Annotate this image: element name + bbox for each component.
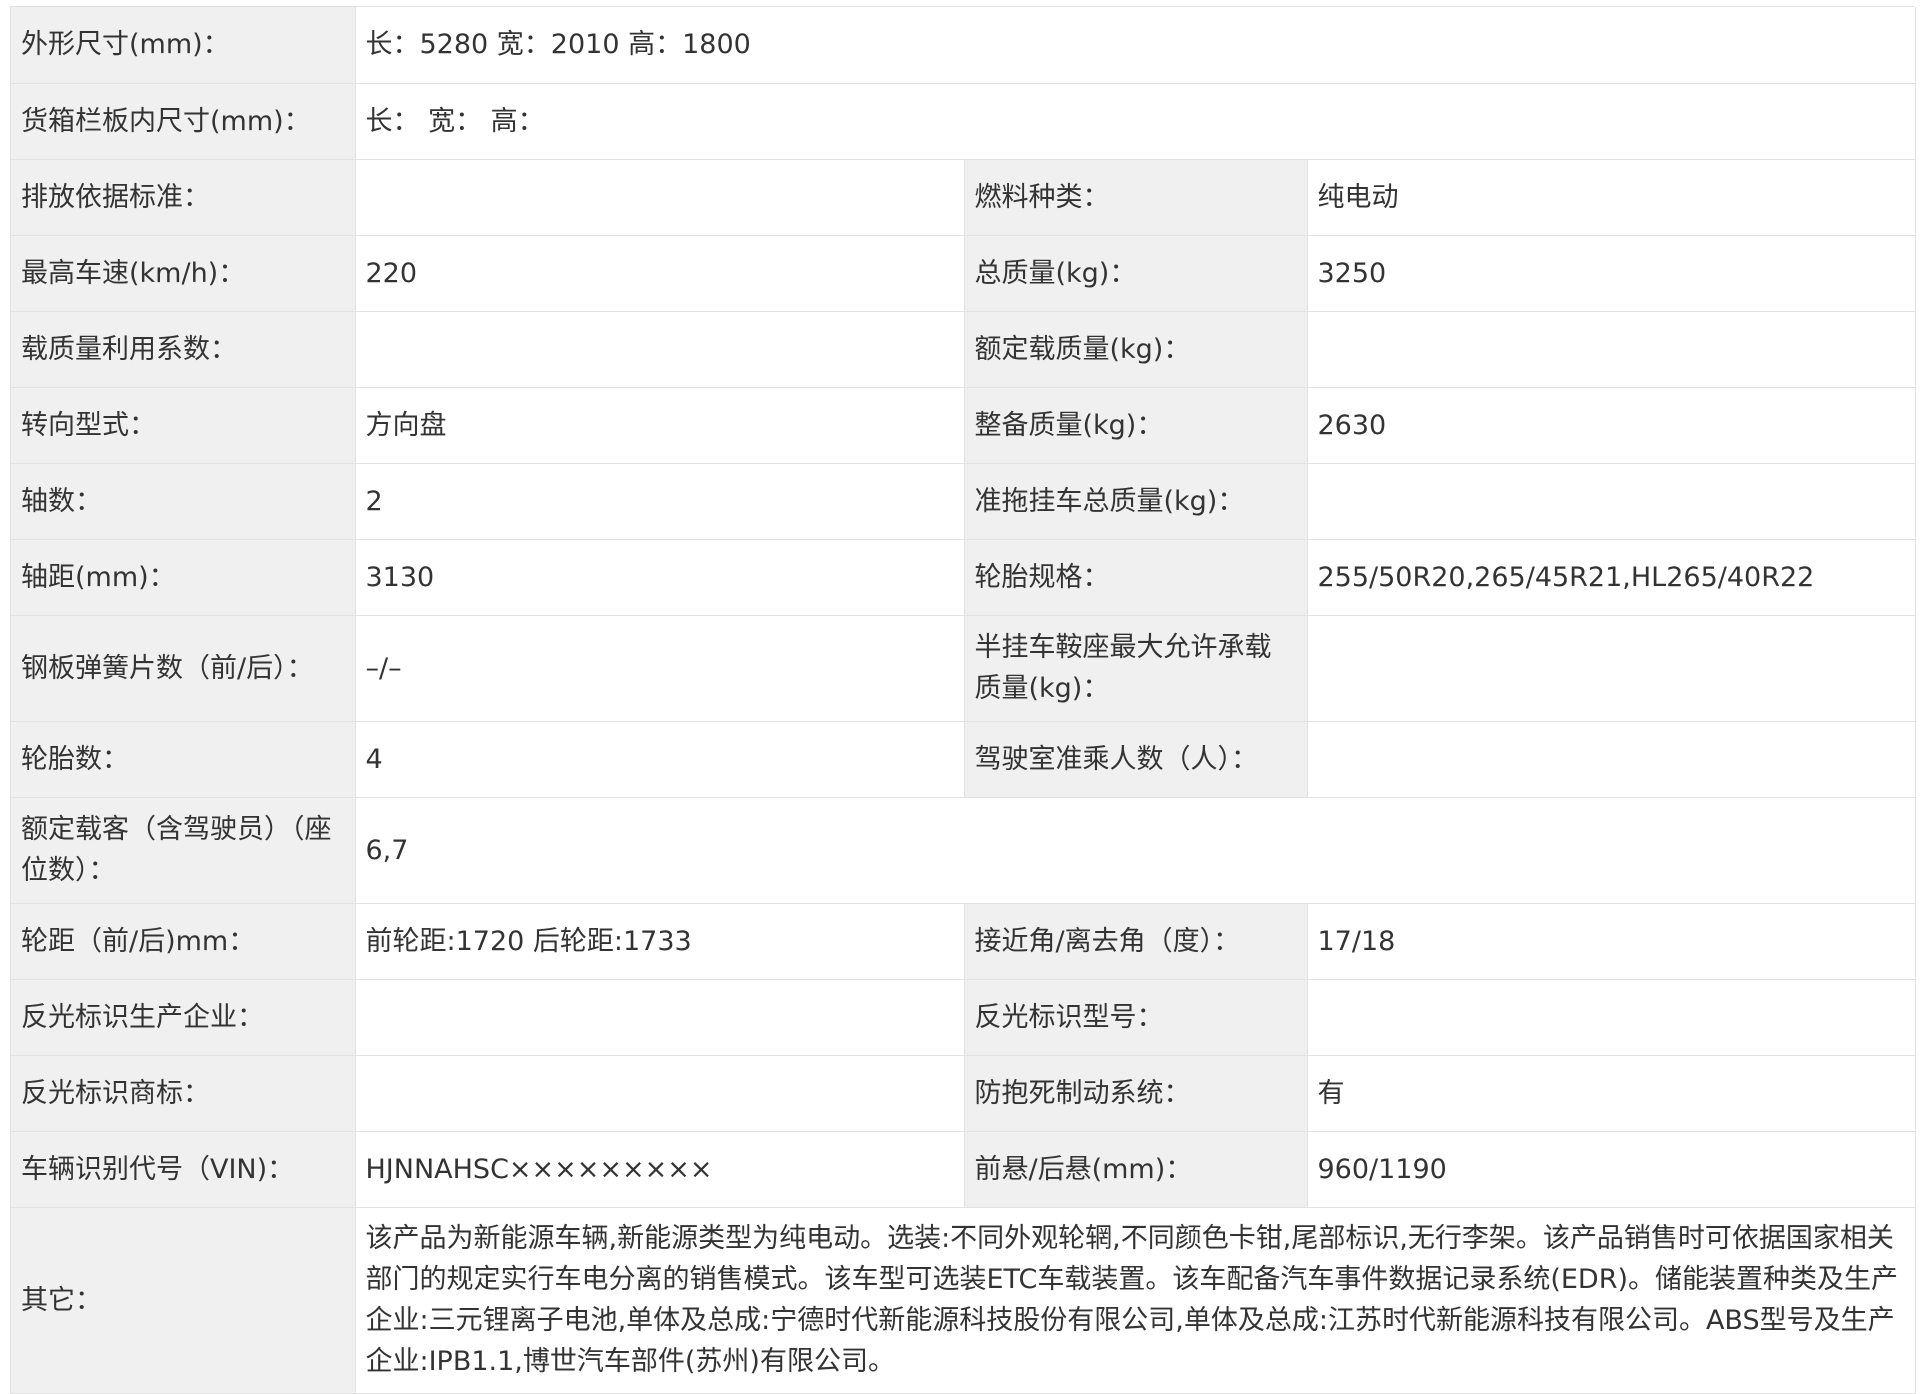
label-dimensions: 外形尺寸(mm)： bbox=[11, 7, 356, 84]
label-curb-mass: 整备质量(kg)： bbox=[964, 387, 1308, 464]
label-track-width: 轮距（前/后)mm： bbox=[11, 903, 356, 980]
label-reflector-brand: 反光标识商标： bbox=[11, 1055, 356, 1132]
value-tire-spec: 255/50R20,265/45R21,HL265/40R22 bbox=[1307, 539, 1916, 616]
table-row: 反光标识商标： 防抱死制动系统： 有 bbox=[11, 1055, 1916, 1132]
vehicle-spec-table: 外形尺寸(mm)： 长：5280 宽：2010 高：1800 货箱栏板内尺寸(m… bbox=[10, 6, 1916, 1394]
label-emission-standard: 排放依据标准： bbox=[11, 159, 356, 236]
value-saddle-load bbox=[1307, 615, 1916, 722]
label-rated-passengers: 额定载客（含驾驶员）（座位数）： bbox=[11, 797, 356, 904]
label-abs: 防抱死制动系统： bbox=[964, 1055, 1308, 1132]
label-trailer-mass: 准拖挂车总质量(kg)： bbox=[964, 463, 1308, 540]
value-tire-count: 4 bbox=[355, 721, 965, 798]
value-vin: HJNNAHSC××××××××× bbox=[355, 1131, 965, 1208]
label-saddle-load: 半挂车鞍座最大允许承载质量(kg)： bbox=[964, 615, 1308, 722]
value-approach-departure-angle: 17/18 bbox=[1307, 903, 1916, 980]
table-row: 车辆识别代号（VIN)： HJNNAHSC××××××××× 前悬/后悬(mm)… bbox=[11, 1131, 1916, 1208]
value-cargo-box-dimensions: 长： 宽： 高： bbox=[355, 83, 1916, 160]
value-curb-mass: 2630 bbox=[1307, 387, 1916, 464]
value-load-factor bbox=[355, 311, 965, 388]
label-tire-count: 轮胎数： bbox=[11, 721, 356, 798]
label-wheelbase: 轴距(mm)： bbox=[11, 539, 356, 616]
value-dimensions: 长：5280 宽：2010 高：1800 bbox=[355, 7, 1916, 84]
label-rated-load: 额定载质量(kg)： bbox=[964, 311, 1308, 388]
value-trailer-mass bbox=[1307, 463, 1916, 540]
value-reflector-model bbox=[1307, 979, 1916, 1056]
label-max-speed: 最高车速(km/h)： bbox=[11, 235, 356, 312]
value-wheelbase: 3130 bbox=[355, 539, 965, 616]
label-fuel-type: 燃料种类： bbox=[964, 159, 1308, 236]
label-cab-occupants: 驾驶室准乘人数（人）： bbox=[964, 721, 1308, 798]
label-other: 其它： bbox=[11, 1207, 356, 1394]
value-axle-count: 2 bbox=[355, 463, 965, 540]
table-row: 轴距(mm)： 3130 轮胎规格： 255/50R20,265/45R21,H… bbox=[11, 539, 1916, 616]
value-track-width: 前轮距:1720 后轮距:1733 bbox=[355, 903, 965, 980]
table-row: 转向型式： 方向盘 整备质量(kg)： 2630 bbox=[11, 387, 1916, 464]
table-row: 其它： 该产品为新能源车辆,新能源类型为纯电动。选装:不同外观轮辋,不同颜色卡钳… bbox=[11, 1207, 1916, 1394]
value-leaf-springs: –/– bbox=[355, 615, 965, 722]
label-gross-mass: 总质量(kg)： bbox=[964, 235, 1308, 312]
table-row: 轮距（前/后)mm： 前轮距:1720 后轮距:1733 接近角/离去角（度）：… bbox=[11, 903, 1916, 980]
table-row: 最高车速(km/h)： 220 总质量(kg)： 3250 bbox=[11, 235, 1916, 312]
table-row: 反光标识生产企业： 反光标识型号： bbox=[11, 979, 1916, 1056]
label-tire-spec: 轮胎规格： bbox=[964, 539, 1308, 616]
value-reflector-brand bbox=[355, 1055, 965, 1132]
value-other-notes: 该产品为新能源车辆,新能源类型为纯电动。选装:不同外观轮辋,不同颜色卡钳,尾部标… bbox=[355, 1207, 1916, 1394]
label-overhang: 前悬/后悬(mm)： bbox=[964, 1131, 1308, 1208]
table-row: 排放依据标准： 燃料种类： 纯电动 bbox=[11, 159, 1916, 236]
label-cargo-box-dimensions: 货箱栏板内尺寸(mm)： bbox=[11, 83, 356, 160]
value-rated-load bbox=[1307, 311, 1916, 388]
label-load-factor: 载质量利用系数： bbox=[11, 311, 356, 388]
table-row: 轴数： 2 准拖挂车总质量(kg)： bbox=[11, 463, 1916, 540]
value-cab-occupants bbox=[1307, 721, 1916, 798]
table-row: 额定载客（含驾驶员）（座位数）： 6,7 bbox=[11, 797, 1916, 904]
label-reflector-model: 反光标识型号： bbox=[964, 979, 1308, 1056]
label-reflector-maker: 反光标识生产企业： bbox=[11, 979, 356, 1056]
value-emission-standard bbox=[355, 159, 965, 236]
value-rated-passengers: 6,7 bbox=[355, 797, 1916, 904]
value-overhang: 960/1190 bbox=[1307, 1131, 1916, 1208]
label-approach-departure-angle: 接近角/离去角（度）： bbox=[964, 903, 1308, 980]
table-row: 货箱栏板内尺寸(mm)： 长： 宽： 高： bbox=[11, 83, 1916, 160]
table-row: 载质量利用系数： 额定载质量(kg)： bbox=[11, 311, 1916, 388]
table-row: 外形尺寸(mm)： 长：5280 宽：2010 高：1800 bbox=[11, 7, 1916, 84]
value-fuel-type: 纯电动 bbox=[1307, 159, 1916, 236]
table-row: 钢板弹簧片数（前/后）： –/– 半挂车鞍座最大允许承载质量(kg)： bbox=[11, 615, 1916, 722]
value-abs: 有 bbox=[1307, 1055, 1916, 1132]
table-row: 轮胎数： 4 驾驶室准乘人数（人）： bbox=[11, 721, 1916, 798]
label-axle-count: 轴数： bbox=[11, 463, 356, 540]
value-reflector-maker bbox=[355, 979, 965, 1056]
label-leaf-springs: 钢板弹簧片数（前/后）： bbox=[11, 615, 356, 722]
value-gross-mass: 3250 bbox=[1307, 235, 1916, 312]
value-steering-type: 方向盘 bbox=[355, 387, 965, 464]
value-max-speed: 220 bbox=[355, 235, 965, 312]
label-vin: 车辆识别代号（VIN)： bbox=[11, 1131, 356, 1208]
label-steering-type: 转向型式： bbox=[11, 387, 356, 464]
